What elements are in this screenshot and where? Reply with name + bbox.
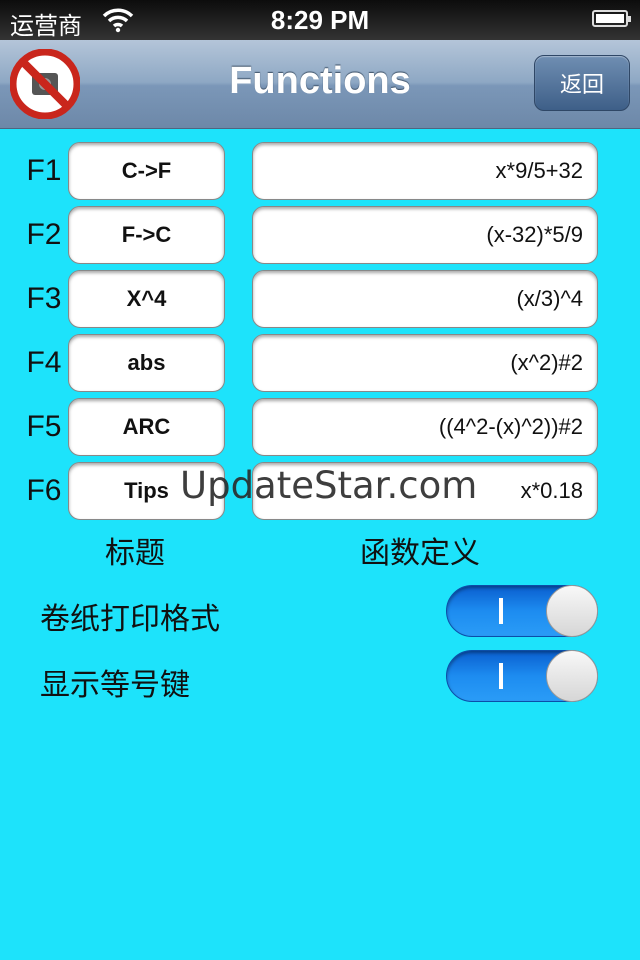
function-key-label: F5 bbox=[26, 410, 62, 443]
back-button[interactable]: 返回 bbox=[534, 55, 630, 111]
definition-column-header: 函数定义 bbox=[360, 536, 480, 571]
function-definition-field[interactable]: x*9/5+32 bbox=[252, 142, 598, 200]
status-time: 8:29 PM bbox=[270, 5, 370, 35]
battery-icon bbox=[592, 10, 631, 27]
equals-key-label: 显示等号键 bbox=[40, 668, 190, 703]
function-key-label: F6 bbox=[26, 474, 62, 507]
function-title-field[interactable]: X^4 bbox=[68, 270, 225, 328]
title-column-header: 标题 bbox=[105, 536, 165, 571]
function-key-label: F2 bbox=[26, 218, 62, 251]
paper-roll-format-toggle[interactable] bbox=[446, 585, 598, 637]
function-definition-field[interactable]: ((4^2-(x)^2))#2 bbox=[252, 398, 598, 456]
toggle-on-mark bbox=[499, 598, 503, 624]
equals-key-toggle[interactable] bbox=[446, 650, 598, 702]
function-key-label: F4 bbox=[26, 346, 62, 379]
function-definition-field[interactable]: (x-32)*5/9 bbox=[252, 206, 598, 264]
toggle-on-mark bbox=[499, 663, 503, 689]
navigation-bar: Functions 返回 bbox=[0, 40, 640, 129]
function-definition-field[interactable]: (x^2)#2 bbox=[252, 334, 598, 392]
status-bar: 运营商 8:29 PM bbox=[0, 0, 640, 40]
function-key-label: F1 bbox=[26, 154, 62, 187]
function-key-label: F3 bbox=[26, 282, 62, 315]
watermark: UpdateStar.com bbox=[180, 464, 478, 507]
function-title-field[interactable]: abs bbox=[68, 334, 225, 392]
toggle-knob[interactable] bbox=[546, 585, 598, 637]
function-title-field[interactable]: ARC bbox=[68, 398, 225, 456]
function-title-field[interactable]: F->C bbox=[68, 206, 225, 264]
paper-roll-format-label: 卷纸打印格式 bbox=[40, 602, 220, 637]
toggle-knob[interactable] bbox=[546, 650, 598, 702]
function-title-field[interactable]: C->F bbox=[68, 142, 225, 200]
function-definition-field[interactable]: (x/3)^4 bbox=[252, 270, 598, 328]
